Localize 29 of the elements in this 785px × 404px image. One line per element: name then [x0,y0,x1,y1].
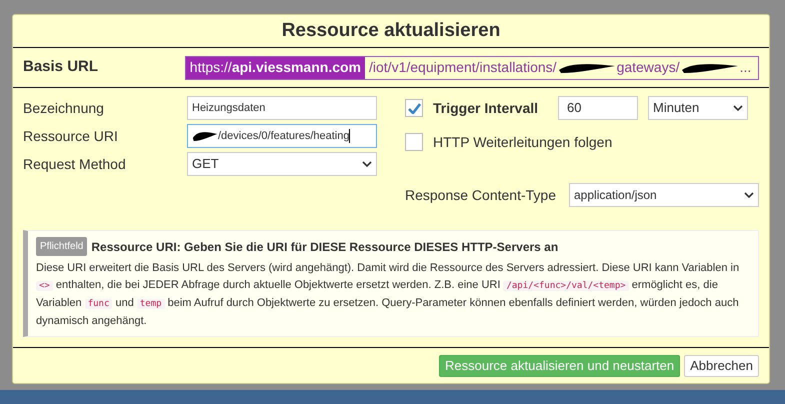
url-path: ... [740,58,752,77]
field-label: Request Method [23,154,127,174]
text-field[interactable]: /devices/0/features/heating [187,124,377,148]
chevron-down-icon [362,160,372,168]
method-select[interactable]: GET [187,152,377,176]
checkbox-label: Trigger Intervall [433,98,540,118]
checkbox[interactable] [405,133,423,151]
host-label: https://api.viessmann.com [186,56,365,78]
checkbox[interactable] [405,99,423,117]
chevron-down-icon [733,104,743,112]
help-text: Diese URI erweitert die Basis URL des Servers (wird angehängt). Damit wird die Ressource des Servers adressiert. Diese URI kann Variablen in <> enthalten, die bei JEDER Abfrage durch aktuelle Objektwerte ersetzt werden. Z.B. eine URI /api/<func>/val/<temp> ermöglicht es, die Variablen func und temp beim Aufruf durch Objektwerte zu ersetzen. Query-Parameter können ebenfalls definiert werden, würden jedoch auch dynamisch angehängt. [36,261,740,329]
help-heading: Ressource URI: Geben Sie die URI für DIESE Ressource DIESES HTTP-Servers an [91,238,558,256]
checkbox-label: HTTP Weiterleitungen folgen [433,132,612,152]
content-type-select[interactable]: application/json [569,183,759,207]
field-label: Response Content-Type [405,186,557,205]
dialog-title: Ressource aktualisieren [13,15,769,48]
field-label: Bezeichnung [23,98,105,118]
field-label: Basis URL [23,57,100,78]
cancel-button[interactable]: Abbrechen [684,354,759,376]
redaction-mark [192,129,218,143]
chevron-down-icon [744,192,754,198]
url-path: /iot/v1/equipment/installations/ [369,58,557,77]
field-label: Ressource URI [23,126,119,146]
url-path: gateways/ [616,58,680,77]
required-badge: Pflichtfeld [36,237,88,256]
checkmark-icon [408,102,420,114]
unit-select[interactable]: Minuten [648,96,748,120]
text-field[interactable]: Heizungsdaten [187,96,377,120]
interval-field[interactable]: 60 [558,96,638,120]
